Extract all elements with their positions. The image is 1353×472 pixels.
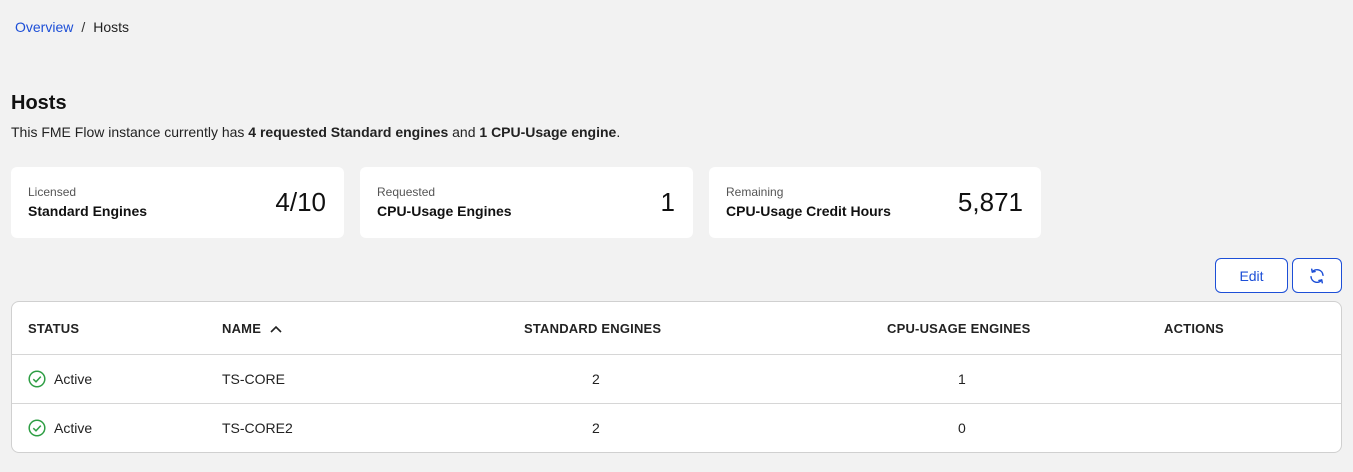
- breadcrumb: Overview / Hosts: [15, 19, 129, 35]
- summary-mid: and: [448, 124, 480, 140]
- edit-button[interactable]: Edit: [1215, 258, 1288, 293]
- table-row[interactable]: Active TS-CORE2 2 0: [12, 404, 1341, 452]
- standard-engines-count: 2: [592, 371, 600, 387]
- card-value: 5,871: [957, 187, 1023, 217]
- card-caption: Licensed: [28, 185, 77, 199]
- breadcrumb-separator: /: [81, 19, 86, 35]
- breadcrumb-overview-link[interactable]: Overview: [15, 19, 73, 35]
- header-name[interactable]: NAME: [222, 321, 283, 336]
- status-cell: Active: [28, 370, 92, 388]
- card-label: CPU-Usage Engines: [377, 203, 512, 219]
- refresh-button[interactable]: [1292, 258, 1342, 293]
- standard-engines-count: 2: [592, 420, 600, 436]
- header-name-label: NAME: [222, 321, 262, 336]
- header-standard-engines[interactable]: STANDARD ENGINES: [524, 321, 661, 336]
- summary-standard-engines: 4 requested Standard engines: [248, 124, 449, 140]
- status-label: Active: [54, 371, 93, 387]
- remaining-credit-hours-card: Remaining CPU-Usage Credit Hours 5,871: [709, 167, 1041, 238]
- cpu-engines-count: 0: [958, 420, 966, 436]
- host-name[interactable]: TS-CORE: [222, 371, 285, 387]
- status-label: Active: [54, 420, 93, 436]
- licensed-standard-engines-card: Licensed Standard Engines 4/10: [11, 167, 344, 238]
- host-name[interactable]: TS-CORE2: [222, 420, 293, 436]
- card-label: CPU-Usage Credit Hours: [726, 203, 891, 219]
- header-cpu-usage-engines[interactable]: CPU-USAGE ENGINES: [887, 321, 1031, 336]
- table-header-row: STATUS NAME STANDARD ENGINES CPU-USAGE E…: [12, 302, 1341, 355]
- card-value: 4/10: [275, 187, 326, 217]
- requested-cpu-engines-card: Requested CPU-Usage Engines 1: [360, 167, 693, 238]
- page-title: Hosts: [11, 92, 67, 114]
- summary-suffix: .: [616, 124, 621, 140]
- card-caption: Requested: [377, 185, 436, 199]
- status-cell: Active: [28, 419, 92, 437]
- summary-prefix: This FME Flow instance currently has: [11, 124, 249, 140]
- summary-cpu-engines: 1 CPU-Usage engine: [479, 124, 617, 140]
- chevron-up-icon: [270, 325, 282, 333]
- header-actions: ACTIONS: [1164, 321, 1224, 336]
- hosts-table: STATUS NAME STANDARD ENGINES CPU-USAGE E…: [11, 301, 1342, 453]
- card-caption: Remaining: [726, 185, 784, 199]
- card-label: Standard Engines: [28, 203, 148, 219]
- header-status[interactable]: STATUS: [28, 321, 79, 336]
- refresh-icon: [1310, 268, 1324, 283]
- cpu-engines-count: 1: [958, 371, 966, 387]
- check-circle-icon: [28, 419, 46, 437]
- breadcrumb-current: Hosts: [93, 19, 130, 35]
- check-circle-icon: [28, 370, 46, 388]
- table-row[interactable]: Active TS-CORE 2 1: [12, 355, 1341, 404]
- summary-text: This FME Flow instance currently has 4 r…: [11, 124, 620, 140]
- card-value: 1: [660, 187, 675, 217]
